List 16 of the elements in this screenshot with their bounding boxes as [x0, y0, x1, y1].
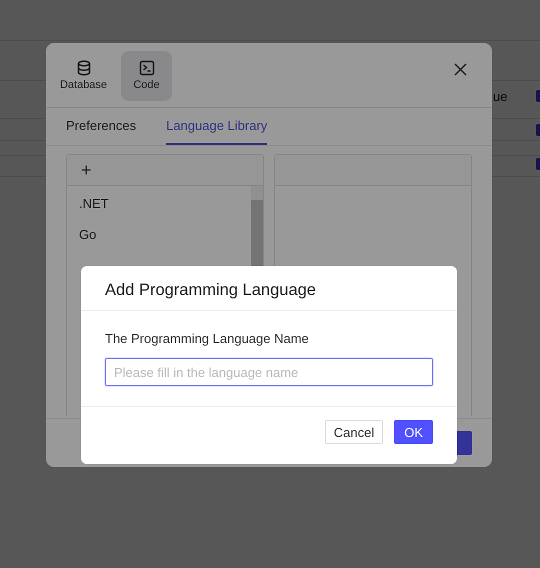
cancel-button[interactable]: Cancel: [324, 420, 384, 444]
terminal-icon: [138, 60, 154, 76]
column-heading: ue: [493, 89, 508, 104]
add-button[interactable]: +: [79, 160, 94, 180]
toolbar-button[interactable]: Code: [121, 51, 172, 101]
language-item[interactable]: .NET: [67, 188, 251, 219]
language-name-field[interactable]: Please fill in the language name: [105, 358, 433, 386]
language-item[interactable]: Go: [67, 219, 251, 250]
dialog-title: Add Programming Language: [81, 266, 457, 311]
toolbar-button[interactable]: Database: [58, 51, 109, 101]
tab[interactable]: Preferences: [66, 108, 136, 145]
close-icon[interactable]: [454, 63, 467, 76]
ok-button[interactable]: OK: [394, 420, 433, 444]
database-icon: [76, 60, 92, 76]
field-label: The Programming Language Name: [105, 331, 310, 346]
tab[interactable]: Language Library: [166, 108, 268, 145]
